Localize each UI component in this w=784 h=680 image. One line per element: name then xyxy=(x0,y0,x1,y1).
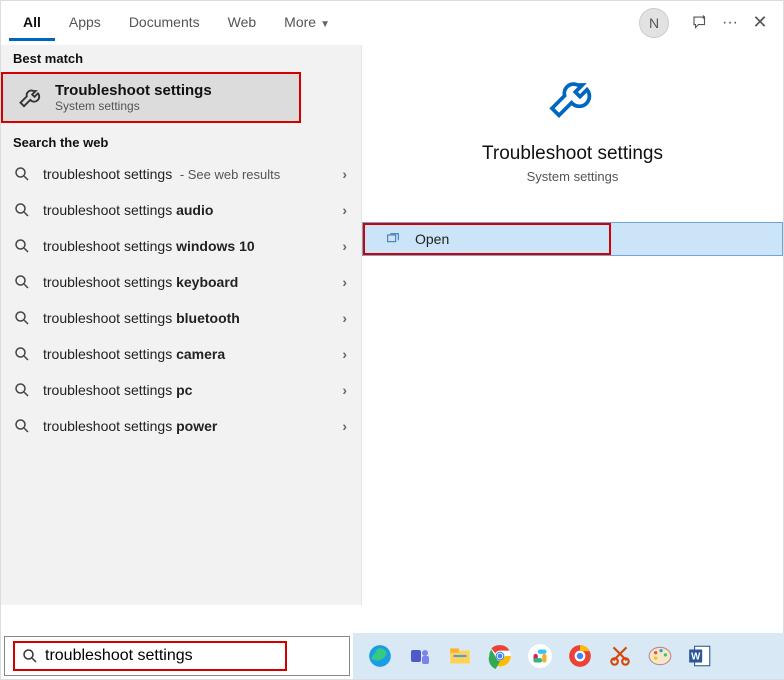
best-match-item[interactable]: Troubleshoot settings System settings xyxy=(1,72,301,123)
web-result-text: troubleshoot settings bluetooth xyxy=(43,310,244,326)
bottom-bar: W xyxy=(1,633,784,679)
web-result-item[interactable]: troubleshoot settings - See web results … xyxy=(1,156,361,192)
search-icon xyxy=(13,201,31,219)
search-icon xyxy=(13,417,31,435)
feedback-icon[interactable] xyxy=(685,8,715,38)
chevron-right-icon: › xyxy=(342,238,347,254)
web-result-item[interactable]: troubleshoot settings camera › xyxy=(1,336,361,372)
chevron-right-icon: › xyxy=(342,346,347,362)
more-options-icon[interactable]: ··· xyxy=(715,8,745,38)
web-result-text: troubleshoot settings pc xyxy=(43,382,196,398)
taskbar-word-icon[interactable]: W xyxy=(683,639,717,673)
web-result-item[interactable]: troubleshoot settings pc › xyxy=(1,372,361,408)
main-area: Best match Troubleshoot settings System … xyxy=(1,45,783,605)
taskbar-paint-icon[interactable] xyxy=(643,639,677,673)
taskbar-slack-icon[interactable] xyxy=(523,639,557,673)
close-icon[interactable]: ✕ xyxy=(745,8,775,38)
chevron-right-icon: › xyxy=(342,202,347,218)
preview-content: Troubleshoot settings System settings Op… xyxy=(362,45,783,256)
svg-text:W: W xyxy=(691,651,701,662)
open-label: Open xyxy=(415,231,449,247)
search-icon xyxy=(13,309,31,327)
taskbar: W xyxy=(353,633,784,679)
tab-web[interactable]: Web xyxy=(214,4,271,41)
chevron-right-icon: › xyxy=(342,166,347,182)
section-search-web: Search the web xyxy=(1,129,361,156)
best-match-text: Troubleshoot settings System settings xyxy=(55,82,212,113)
taskbar-chrome-icon[interactable] xyxy=(483,639,517,673)
web-result-text: troubleshoot settings camera xyxy=(43,346,229,362)
open-icon xyxy=(385,231,401,247)
avatar[interactable]: N xyxy=(639,8,669,38)
best-match-title: Troubleshoot settings xyxy=(55,82,212,99)
preview-panel: Troubleshoot settings System settings Op… xyxy=(361,45,783,605)
taskbar-edge-icon[interactable] xyxy=(363,639,397,673)
open-button[interactable]: Open xyxy=(363,223,611,255)
taskbar-snip-icon[interactable] xyxy=(603,639,637,673)
taskbar-chrome-canary-icon[interactable] xyxy=(563,639,597,673)
results-panel: Best match Troubleshoot settings System … xyxy=(1,45,361,605)
search-icon xyxy=(13,345,31,363)
tab-all[interactable]: All xyxy=(9,4,55,41)
search-box[interactable] xyxy=(4,636,350,676)
wrench-icon xyxy=(17,84,45,112)
web-results-list: troubleshoot settings - See web results … xyxy=(1,156,361,444)
preview-title: Troubleshoot settings xyxy=(482,143,663,165)
preview-subtitle: System settings xyxy=(527,169,619,184)
chevron-down-icon: ▼ xyxy=(320,19,330,30)
tab-bar: All Apps Documents Web More ▼ N ··· ✕ xyxy=(1,1,783,45)
search-icon xyxy=(21,647,39,665)
web-result-text: troubleshoot settings - See web results xyxy=(43,166,280,182)
wrench-icon xyxy=(545,71,601,127)
best-match-subtitle: System settings xyxy=(55,99,212,113)
tab-more-label: More xyxy=(284,14,316,30)
taskbar-explorer-icon[interactable] xyxy=(443,639,477,673)
search-input[interactable] xyxy=(45,647,245,665)
search-window: All Apps Documents Web More ▼ N ··· ✕ Bes… xyxy=(0,0,784,680)
section-best-match: Best match xyxy=(1,45,361,72)
web-result-item[interactable]: troubleshoot settings audio › xyxy=(1,192,361,228)
chevron-right-icon: › xyxy=(342,310,347,326)
tab-more[interactable]: More ▼ xyxy=(270,4,344,41)
web-result-item[interactable]: troubleshoot settings keyboard › xyxy=(1,264,361,300)
search-icon xyxy=(13,381,31,399)
web-result-text: troubleshoot settings power xyxy=(43,418,221,434)
chevron-right-icon: › xyxy=(342,418,347,434)
tab-apps[interactable]: Apps xyxy=(55,4,115,41)
web-result-item[interactable]: troubleshoot settings bluetooth › xyxy=(1,300,361,336)
search-icon xyxy=(13,237,31,255)
tab-documents[interactable]: Documents xyxy=(115,4,214,41)
taskbar-teams-icon[interactable] xyxy=(403,639,437,673)
search-icon xyxy=(13,273,31,291)
web-result-item[interactable]: troubleshoot settings windows 10 › xyxy=(1,228,361,264)
web-result-text: troubleshoot settings keyboard xyxy=(43,274,242,290)
open-action-row[interactable]: Open xyxy=(362,222,783,256)
web-result-item[interactable]: troubleshoot settings power › xyxy=(1,408,361,444)
chevron-right-icon: › xyxy=(342,274,347,290)
search-icon xyxy=(13,165,31,183)
chevron-right-icon: › xyxy=(342,382,347,398)
web-result-text: troubleshoot settings audio xyxy=(43,202,217,218)
web-result-text: troubleshoot settings windows 10 xyxy=(43,238,259,254)
